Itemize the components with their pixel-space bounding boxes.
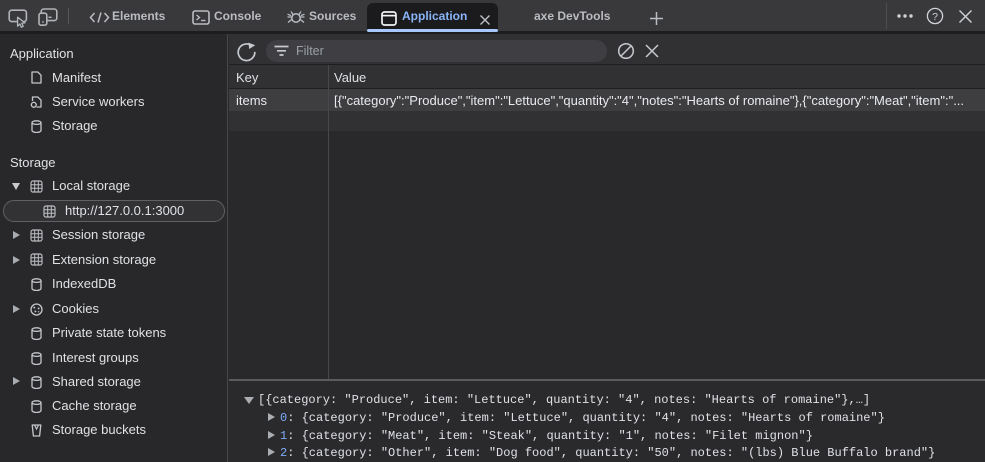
svg-text:?: ? — [932, 11, 938, 23]
